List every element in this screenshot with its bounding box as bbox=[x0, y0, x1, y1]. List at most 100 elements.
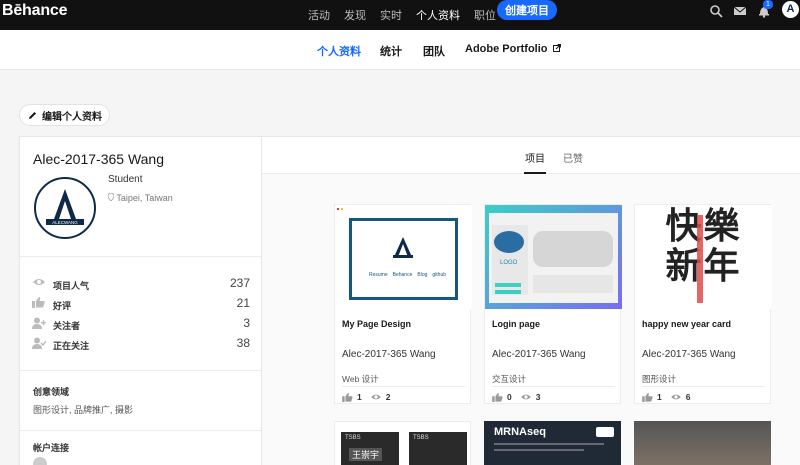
project-stats: 1 2 bbox=[342, 392, 394, 402]
tab-stats[interactable]: 统计 bbox=[380, 43, 402, 59]
eye-icon bbox=[370, 394, 381, 400]
divider bbox=[642, 386, 765, 387]
tab-profile[interactable]: 个人资料 bbox=[317, 43, 361, 59]
eye-icon bbox=[670, 394, 681, 400]
tab-adobe-portfolio-label: Adobe Portfolio bbox=[465, 43, 548, 55]
followers-icon bbox=[32, 317, 46, 329]
project-owner[interactable]: Alec-2017-365 Wang bbox=[342, 349, 436, 360]
project-card[interactable]: Resume Behance Blog github My Page Desig… bbox=[334, 204, 472, 404]
edit-profile-label: 编辑个人资料 bbox=[42, 111, 102, 123]
tab-adobe-portfolio[interactable]: Adobe Portfolio bbox=[465, 43, 561, 55]
creative-fields-title: 创意领域 bbox=[33, 387, 70, 397]
nav-live[interactable]: 实时 bbox=[380, 7, 402, 23]
profile-occupation: Student bbox=[108, 174, 143, 185]
facebook-icon[interactable] bbox=[33, 457, 47, 465]
project-field[interactable]: 图形设计 bbox=[642, 373, 676, 385]
stat-value: 237 bbox=[229, 276, 250, 290]
avatar-wordmark: ALECWANG bbox=[52, 220, 78, 225]
thumb-link: Behance bbox=[392, 272, 413, 278]
stat-label: 正在关注 bbox=[53, 341, 90, 351]
likes-count: 1 bbox=[657, 392, 662, 402]
stat-value: 3 bbox=[243, 316, 250, 330]
main-nav: 活动 发现 实时 个人资料 职位 bbox=[308, 0, 510, 30]
thumbs-up-icon bbox=[32, 297, 45, 308]
likes-count: 1 bbox=[357, 392, 362, 402]
project-owner[interactable]: Alec-2017-365 Wang bbox=[492, 349, 586, 360]
views-count: 2 bbox=[385, 392, 391, 402]
following-icon bbox=[32, 337, 46, 349]
divider bbox=[20, 430, 261, 431]
divider bbox=[20, 370, 261, 371]
stat-followers: 关注者 3 bbox=[32, 316, 250, 331]
project-card[interactable]: MRNAseq bbox=[484, 421, 621, 465]
creative-fields: 图形设计, 品牌推广, 摄影 bbox=[33, 405, 134, 415]
project-title[interactable]: happy new year card bbox=[642, 319, 731, 329]
thumb-text: TSBS bbox=[413, 435, 429, 441]
tab-team[interactable]: 团队 bbox=[423, 43, 445, 59]
thumb-link: Resume bbox=[369, 272, 388, 278]
thumb-title: 快樂新年 bbox=[665, 206, 742, 287]
project-stats: 1 6 bbox=[642, 392, 694, 402]
stat-likes: 好评 21 bbox=[32, 296, 250, 311]
stat-value: 38 bbox=[236, 336, 250, 350]
project-field[interactable]: Web 设计 bbox=[342, 373, 379, 385]
project-thumbnail[interactable]: 快樂新年 bbox=[635, 205, 772, 309]
profile-location-text: Taipei, Taiwan bbox=[116, 193, 173, 203]
project-title[interactable]: Login page bbox=[492, 319, 540, 329]
divider bbox=[20, 256, 261, 257]
notification-badge: 1 bbox=[763, 0, 773, 9]
stat-following: 正在关注 38 bbox=[32, 336, 250, 351]
location-pin-icon bbox=[107, 192, 115, 202]
project-title[interactable]: My Page Design bbox=[342, 319, 411, 329]
profile-sidebar: Alec-2017-365 Wang ALECWANG Student Taip… bbox=[19, 136, 262, 465]
accounts-title: 帐户连接 bbox=[33, 443, 70, 453]
user-avatar[interactable]: A bbox=[782, 1, 799, 18]
stat-label: 好评 bbox=[53, 301, 72, 311]
external-link-icon bbox=[552, 44, 561, 52]
thumbs-up-icon bbox=[342, 392, 353, 402]
project-card[interactable] bbox=[634, 421, 771, 465]
stat-label: 关注者 bbox=[53, 321, 81, 331]
stat-value: 21 bbox=[236, 296, 250, 310]
views-count: 6 bbox=[685, 392, 691, 402]
pencil-icon bbox=[29, 111, 36, 119]
project-card[interactable]: LOGO Login page Alec-2017-365 Wang 交互设计 … bbox=[484, 204, 622, 404]
likes-count: 0 bbox=[507, 392, 512, 402]
profile-subnav: 个人资料 统计 团队 Adobe Portfolio bbox=[0, 30, 800, 70]
project-thumbnail[interactable]: Resume Behance Blog github bbox=[335, 205, 472, 309]
stat-appreciations: 项目人气 237 bbox=[32, 276, 250, 291]
create-project-button[interactable]: 创建项目 bbox=[497, 0, 557, 20]
project-field[interactable]: 交互设计 bbox=[492, 373, 526, 385]
project-card[interactable]: 快樂新年 happy new year card Alec-2017-365 W… bbox=[634, 204, 772, 404]
project-thumbnail[interactable]: LOGO bbox=[485, 205, 622, 309]
thumb-link: Blog bbox=[417, 272, 428, 278]
search-icon[interactable] bbox=[709, 4, 723, 18]
project-owner[interactable]: Alec-2017-365 Wang bbox=[642, 349, 736, 360]
mail-icon[interactable] bbox=[733, 4, 747, 18]
nav-jobs[interactable]: 职位 bbox=[474, 7, 496, 23]
top-navbar: Bēhance 活动 发现 实时 个人资料 职位 创建项目 1 A bbox=[0, 0, 800, 30]
tab-appreciated[interactable]: 已赞 bbox=[563, 150, 583, 165]
eye-icon bbox=[33, 279, 45, 285]
thumb-text: MRNAseq bbox=[494, 426, 546, 438]
project-tabs: 项目 已赞 bbox=[262, 137, 800, 174]
profile-location: Taipei, Taiwan bbox=[107, 192, 173, 203]
eye-icon bbox=[520, 394, 531, 400]
thumbs-up-icon bbox=[642, 392, 653, 402]
thumb-text: 王崇宇 bbox=[349, 448, 383, 461]
thumb-logo-text: LOGO bbox=[500, 260, 518, 266]
views-count: 3 bbox=[535, 392, 541, 402]
thumb-text: TSBS bbox=[345, 435, 361, 441]
divider bbox=[492, 386, 615, 387]
nav-discover[interactable]: 发现 bbox=[344, 7, 366, 23]
stat-label: 项目人气 bbox=[53, 281, 90, 291]
project-card[interactable]: TSBS 王崇宇 TSBS bbox=[334, 421, 471, 465]
logo-a-icon bbox=[393, 237, 413, 258]
nav-profile[interactable]: 个人资料 bbox=[416, 7, 460, 23]
nav-activity[interactable]: 活动 bbox=[308, 7, 330, 23]
profile-name: Alec-2017-365 Wang bbox=[33, 151, 165, 167]
thumbs-up-icon bbox=[492, 392, 503, 402]
behance-logo[interactable]: Bēhance bbox=[2, 2, 67, 20]
tab-projects[interactable]: 项目 bbox=[525, 150, 545, 165]
edit-profile-button[interactable]: 编辑个人资料 bbox=[19, 104, 110, 126]
